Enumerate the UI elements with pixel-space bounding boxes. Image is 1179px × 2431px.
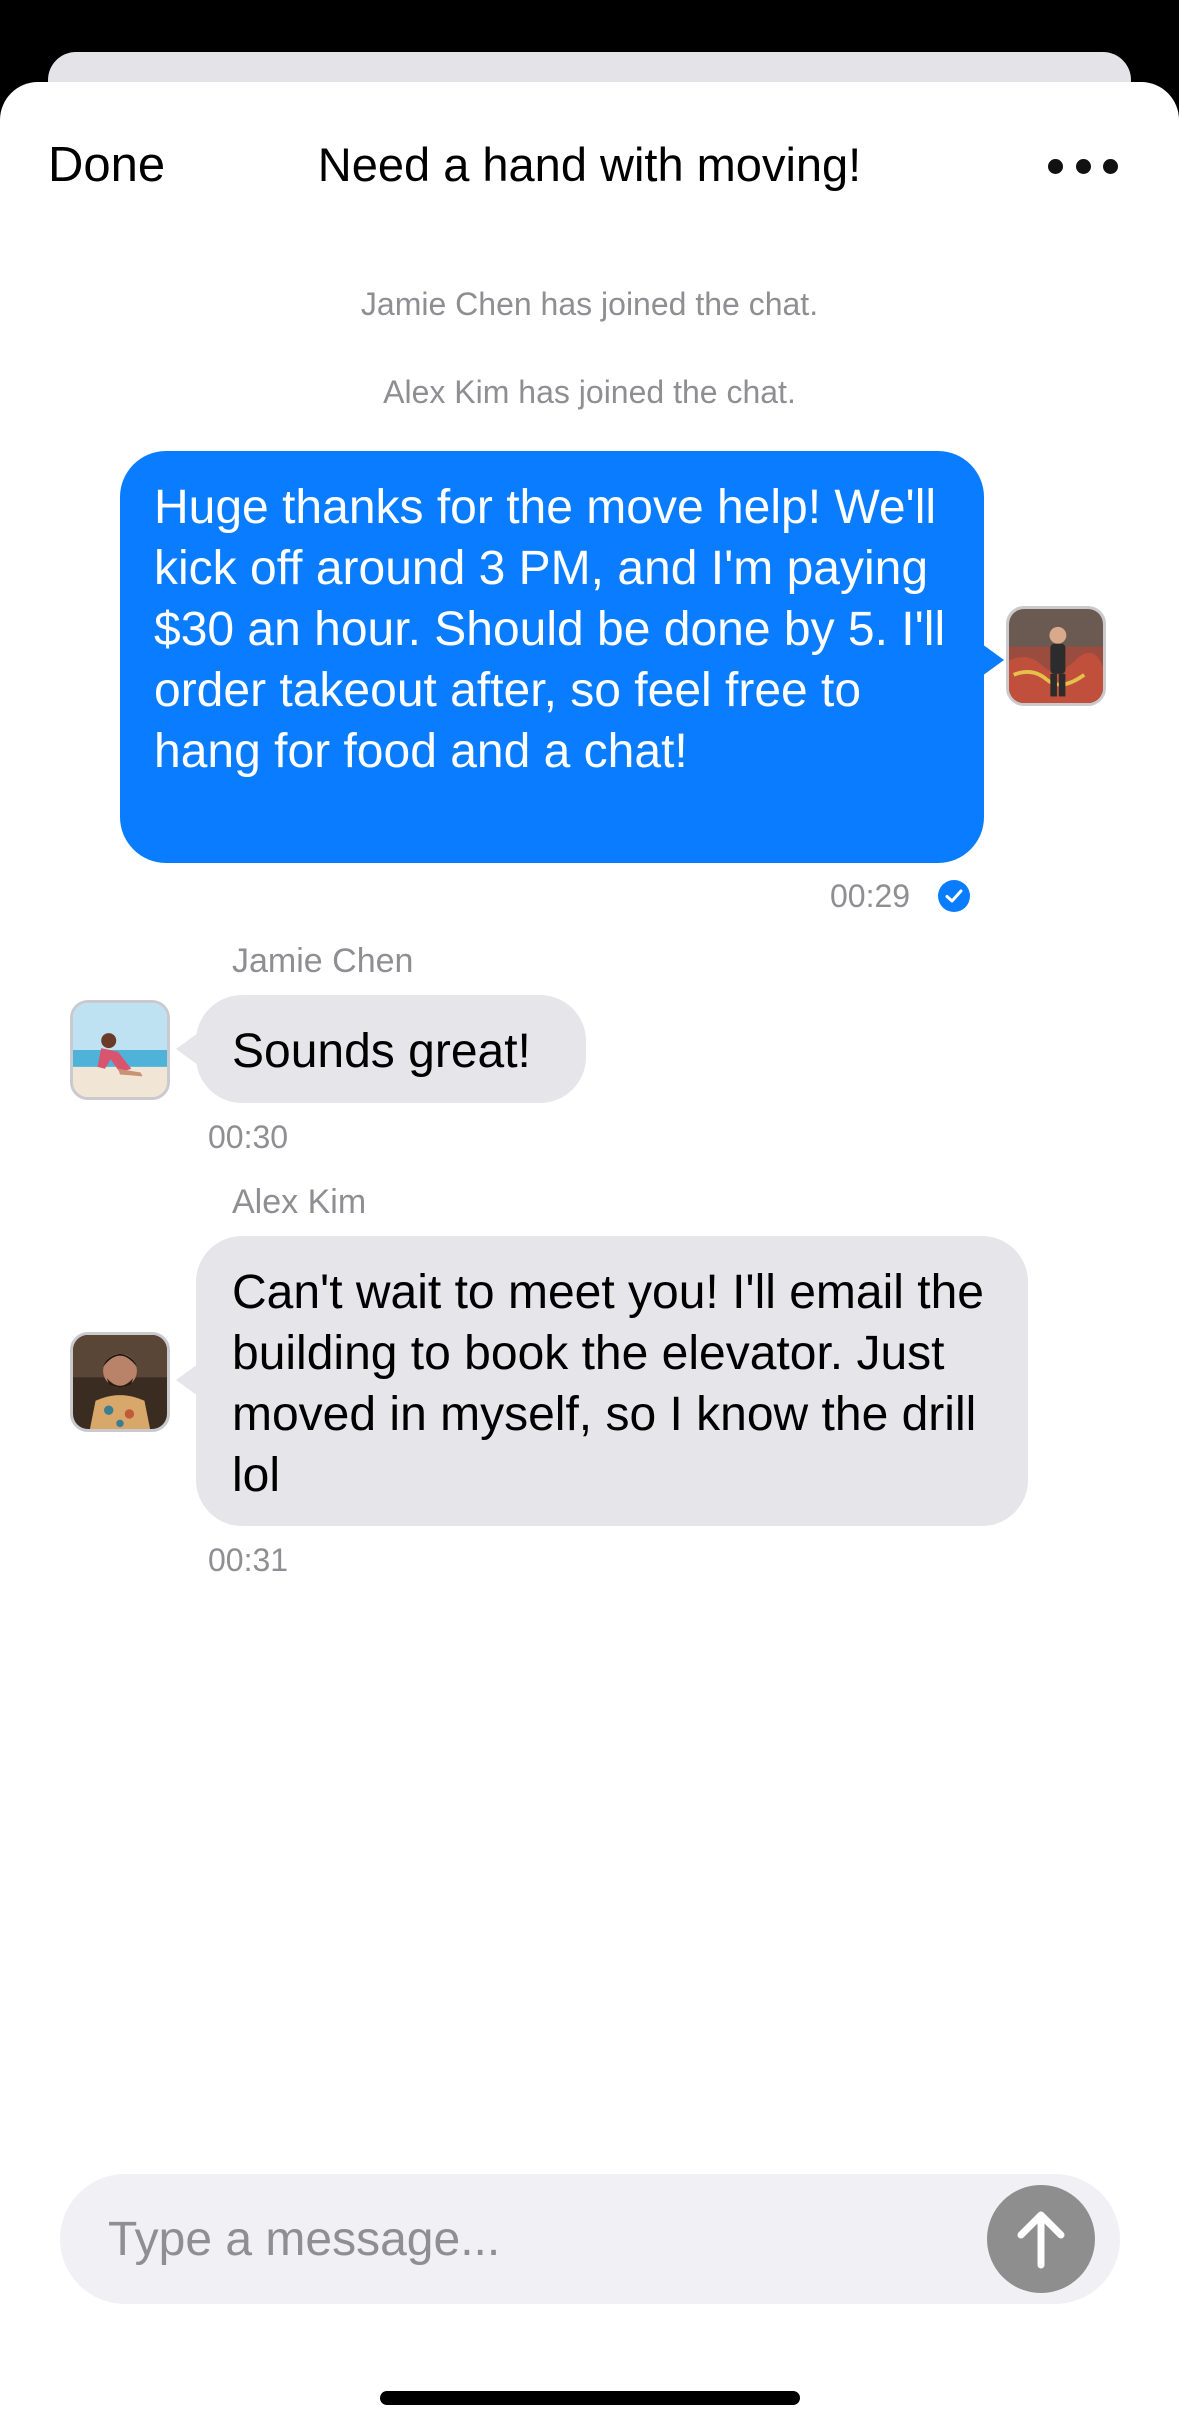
incoming-message-bubble[interactable]: Can't wait to meet you! I'll email the b… — [196, 1236, 1028, 1526]
message-input[interactable] — [108, 2174, 988, 2304]
bubble-tail — [982, 644, 1004, 676]
arrow-up-icon — [1017, 2211, 1065, 2269]
message-composer — [60, 2174, 1120, 2304]
more-options-icon[interactable] — [1048, 155, 1118, 177]
alex-kim-avatar[interactable] — [70, 1332, 170, 1432]
chat-title: Need a hand with moving! — [317, 138, 862, 191]
send-button[interactable] — [987, 2185, 1095, 2293]
sender-name: Jamie Chen — [232, 942, 414, 980]
bubble-tail — [176, 1033, 198, 1065]
incoming-message-bubble[interactable]: Sounds great! — [196, 995, 586, 1103]
self-avatar[interactable] — [1006, 606, 1106, 706]
jamie-chen-avatar[interactable] — [70, 1000, 170, 1100]
home-indicator — [380, 2391, 800, 2405]
bubble-tail — [176, 1364, 198, 1396]
system-message: Jamie Chen has joined the chat. — [360, 286, 819, 322]
system-message: Alex Kim has joined the chat. — [383, 374, 796, 410]
sender-name: Alex Kim — [232, 1183, 367, 1221]
screen: Done Need a hand with moving! Jamie Chen… — [0, 0, 1179, 2431]
message-timestamp: 00:29 — [830, 878, 911, 914]
message-timestamp: 00:30 — [208, 1119, 289, 1155]
outgoing-message-bubble[interactable]: Huge thanks for the move help! We'll kic… — [120, 451, 984, 863]
message-timestamp: 00:31 — [208, 1542, 289, 1578]
check-circle-icon — [938, 880, 970, 912]
